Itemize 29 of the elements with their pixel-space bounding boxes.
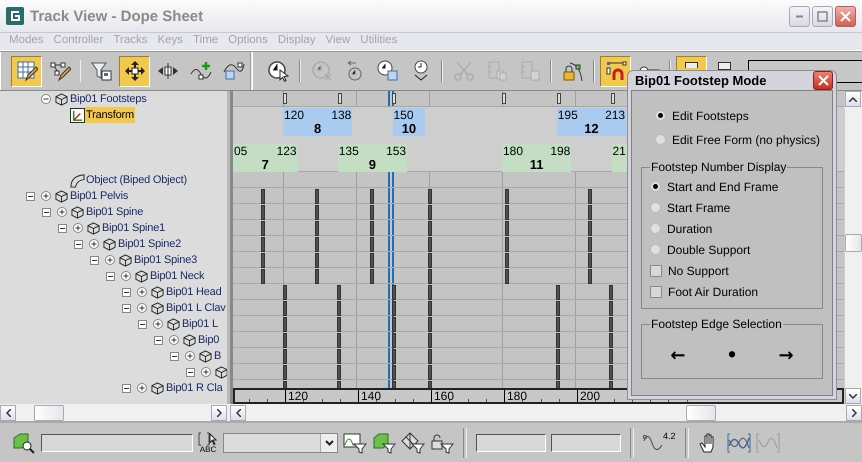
ruler-label: 120 bbox=[285, 390, 308, 403]
icon-caption: ABC bbox=[200, 446, 216, 454]
start-frame: 21 bbox=[612, 145, 626, 158]
footstep-number: 8 bbox=[313, 122, 322, 135]
end-frame: 198 bbox=[550, 145, 570, 158]
footstep-number: 12 bbox=[583, 122, 600, 135]
curve-value: 4.2 bbox=[663, 431, 676, 441]
footstep-number: 11 bbox=[528, 158, 545, 171]
end-frame: 153 bbox=[386, 145, 406, 158]
start-frame: 05 bbox=[234, 145, 248, 158]
start-frame: 150 bbox=[394, 109, 414, 122]
start-frame: 135 bbox=[338, 145, 359, 158]
footstep-number: 7 bbox=[260, 158, 270, 171]
ruler-label: 180 bbox=[504, 390, 528, 403]
ruler-label: 200 bbox=[577, 390, 600, 403]
start-frame: 120 bbox=[284, 109, 304, 122]
footstep-number: 9 bbox=[368, 158, 378, 171]
group-title: Footstep Number Display bbox=[650, 160, 788, 174]
dialog-title: Bip01 Footstep Mode bbox=[635, 73, 766, 88]
ruler-label: 140 bbox=[358, 390, 382, 403]
start-frame: 180 bbox=[503, 145, 524, 158]
group-title: Footstep Edge Selection bbox=[650, 317, 783, 331]
end-frame: 123 bbox=[276, 145, 297, 158]
window-title: Track View - Dope Sheet bbox=[30, 8, 204, 24]
ruler-label: 160 bbox=[431, 390, 454, 403]
end-frame: 213 bbox=[605, 109, 626, 122]
footstep-number: 10 bbox=[400, 122, 418, 135]
start-frame: 195 bbox=[558, 109, 578, 122]
end-frame: 138 bbox=[331, 109, 352, 122]
